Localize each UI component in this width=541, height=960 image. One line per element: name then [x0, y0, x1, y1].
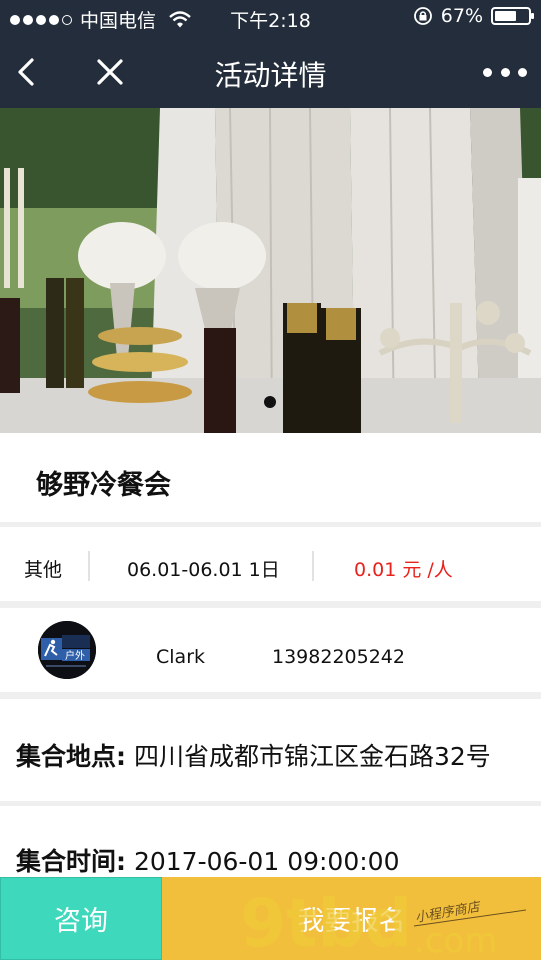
- activity-title: 够野冷餐会: [36, 470, 171, 501]
- address-value: 四川省成都市锦江区金石路32号: [133, 742, 491, 771]
- activity-title-card: 够野冷餐会: [0, 433, 541, 522]
- page-title: 活动详情: [214, 59, 327, 92]
- address-label: 集合地点:: [16, 742, 126, 771]
- avatar: 户外: [38, 621, 96, 679]
- activity-price: 0.01 元 /人: [354, 559, 453, 581]
- organizer-logo-icon: 户外: [38, 621, 96, 679]
- organizer-name: Clark: [156, 646, 206, 668]
- activity-dates: 06.01-06.01 1日: [127, 559, 280, 581]
- banner-carousel[interactable]: [0, 108, 541, 433]
- divider: [312, 551, 314, 581]
- time-field: 集合时间: 2017-06-01 09:00:00: [16, 842, 399, 878]
- banner-image: [0, 108, 541, 433]
- battery-fill: [495, 11, 517, 21]
- battery-icon: [491, 7, 534, 25]
- carousel-indicator[interactable]: [264, 396, 276, 408]
- nav-bar: 活动详情: [0, 36, 541, 108]
- consult-button[interactable]: 咨询: [0, 877, 162, 960]
- divider: [88, 551, 90, 581]
- status-bar: 中国电信 下午2:18 67%: [0, 0, 541, 36]
- activity-category: 其他: [24, 559, 63, 581]
- organizer-phone[interactable]: 13982205242: [272, 646, 405, 668]
- status-right: 67%: [413, 5, 534, 27]
- time-value: 2017-06-01 09:00:00: [133, 847, 400, 876]
- orientation-lock-icon: [413, 7, 432, 25]
- battery-percent: 67%: [440, 5, 483, 27]
- address-field: 集合地点: 四川省成都市锦江区金石路32号: [16, 737, 491, 773]
- avatar-text: 户外: [65, 649, 85, 662]
- address-card: 集合地点: 四川省成都市锦江区金石路32号: [0, 699, 541, 801]
- more-dots-icon[interactable]: [483, 58, 527, 86]
- time-label: 集合时间:: [16, 847, 126, 876]
- organizer-row[interactable]: 户外 Clark 13982205242: [0, 608, 541, 692]
- signup-button[interactable]: 我要报名: [162, 877, 541, 960]
- activity-info-row: 其他 06.01-06.01 1日 0.01 元 /人: [0, 527, 541, 601]
